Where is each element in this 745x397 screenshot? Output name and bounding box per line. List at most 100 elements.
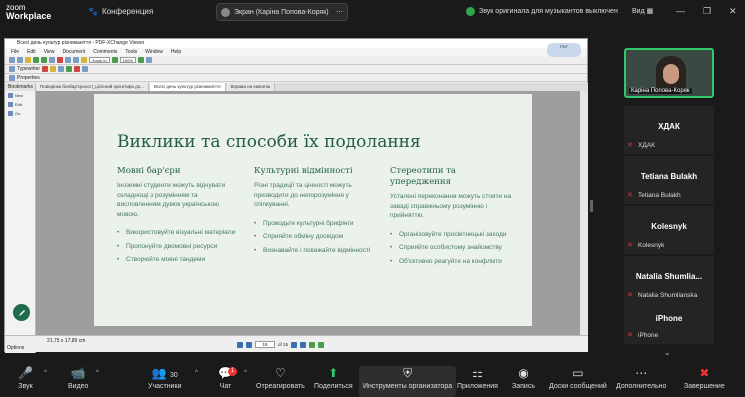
apps-label: Приложения bbox=[457, 383, 498, 390]
typewriter-button[interactable]: Typewriter bbox=[17, 66, 40, 72]
print-icon[interactable] bbox=[49, 57, 55, 63]
participant-tile[interactable]: ХДАК ✕ ХДАК bbox=[624, 106, 714, 154]
record-button[interactable]: ◉ Запись bbox=[512, 366, 535, 390]
menu-window[interactable]: Window bbox=[145, 48, 163, 56]
stamp-dropdown-icon[interactable] bbox=[74, 66, 81, 72]
active-speaker-tile[interactable]: Каріна Попова-Коряк bbox=[624, 48, 714, 98]
host-tools-button[interactable]: ⛨ Инструменты организатора bbox=[359, 366, 457, 397]
video-options-chevron-icon[interactable]: ^ bbox=[96, 370, 99, 376]
email-icon[interactable] bbox=[57, 57, 63, 63]
audio-button[interactable]: 🎤 Звук bbox=[18, 366, 33, 390]
participant-name: Kolesnyk bbox=[638, 242, 665, 249]
tab-document-3[interactable]: Вправа на емпатію bbox=[226, 83, 276, 91]
menu-document[interactable]: Document bbox=[62, 48, 85, 56]
menu-help[interactable]: Help bbox=[171, 48, 181, 56]
bookmark-edit[interactable]: Edit bbox=[5, 100, 35, 109]
hand-icon[interactable] bbox=[65, 57, 71, 63]
menu-comments[interactable]: Comments bbox=[93, 48, 117, 56]
measure-icon[interactable] bbox=[82, 66, 89, 72]
grid-icon: ▦ bbox=[646, 8, 654, 15]
bullet-list: Організовуйте просвітницькі заходи Сприя… bbox=[390, 230, 516, 267]
snapshot-icon[interactable] bbox=[81, 57, 87, 63]
react-button[interactable]: ♡ Отреагировать bbox=[256, 366, 305, 390]
splitter-handle[interactable] bbox=[590, 200, 593, 212]
original-sound-status[interactable]: Звук оригинала для музыкантов выключен bbox=[466, 7, 618, 16]
menu-tools[interactable]: Tools bbox=[125, 48, 137, 56]
end-meeting-button[interactable]: ✖ Завершение bbox=[684, 366, 725, 390]
menu-file[interactable]: File bbox=[11, 48, 19, 56]
fit-width-icon[interactable] bbox=[145, 57, 152, 63]
video-button[interactable]: 📹 Видео bbox=[68, 366, 88, 390]
document-scrollbar[interactable] bbox=[580, 91, 588, 335]
participant-tile[interactable]: iPhone ✕ iPhone bbox=[624, 304, 714, 344]
last-page-icon[interactable] bbox=[300, 341, 307, 348]
pdf-toolbar-1: Zoom In 100% bbox=[5, 56, 587, 65]
avatar bbox=[221, 7, 230, 17]
bullet-item: Використовуйте візуальні матеріали bbox=[117, 228, 237, 238]
apps-button[interactable]: ⚏ Приложения bbox=[457, 366, 498, 390]
participants-count: 30 bbox=[169, 372, 178, 379]
paw-icon: 🐾 bbox=[88, 7, 98, 16]
bookmark-go[interactable]: Go bbox=[5, 109, 35, 118]
participants-chevron-icon[interactable]: ^ bbox=[195, 370, 198, 376]
participant-tile[interactable]: Tetiana Bulakh ✕ Tetiana Bulakh bbox=[624, 156, 714, 204]
next-page-icon[interactable] bbox=[291, 341, 298, 348]
bookmark-new[interactable]: New bbox=[5, 91, 35, 100]
save-icon[interactable] bbox=[17, 57, 23, 63]
forward-icon[interactable] bbox=[41, 57, 47, 63]
chevron-down-icon[interactable]: ⌄ bbox=[664, 348, 671, 357]
select-icon[interactable] bbox=[73, 57, 79, 63]
heart-icon: ♡ bbox=[275, 366, 286, 380]
annotate-pen-icon[interactable] bbox=[13, 304, 30, 321]
screen-share-pill[interactable]: Экран (Каріна Попова-Коряк) ⋯ bbox=[216, 3, 348, 21]
note-icon[interactable] bbox=[50, 66, 57, 72]
page-number-field[interactable]: 18 bbox=[255, 341, 275, 348]
shared-screen: Всесі день культур різноманіття - PDF-XC… bbox=[4, 38, 588, 353]
menu-view[interactable]: View bbox=[44, 48, 55, 56]
participant-tile[interactable]: Natalia Shumlia... ✕ Natalia Shumlianska bbox=[624, 256, 714, 304]
folder-icon[interactable] bbox=[25, 57, 31, 63]
back-icon[interactable] bbox=[33, 57, 39, 63]
zoom-plus-icon[interactable] bbox=[111, 57, 118, 63]
view-button[interactable]: Вид ▦ bbox=[632, 7, 653, 15]
stamp-icon[interactable] bbox=[66, 66, 73, 72]
minimize-icon[interactable]: — bbox=[676, 6, 685, 16]
share-screen-button[interactable]: ⬆ Поделиться bbox=[314, 366, 353, 390]
bookmark-edit-label: Edit bbox=[15, 102, 22, 107]
audio-options-chevron-icon[interactable]: ^ bbox=[44, 370, 47, 376]
more-icon[interactable]: ⋯ bbox=[336, 8, 343, 16]
first-page-icon[interactable] bbox=[237, 341, 243, 348]
highlight-icon[interactable] bbox=[42, 66, 49, 72]
participant-tile[interactable]: Kolesnyk ✕ Kolesnyk bbox=[624, 206, 714, 254]
back-view-icon[interactable] bbox=[309, 341, 316, 348]
menu-edit[interactable]: Edit bbox=[27, 48, 36, 56]
prev-page-icon[interactable] bbox=[246, 341, 252, 348]
record-icon: ◉ bbox=[518, 366, 529, 380]
zoom-logo: zoom Workplace bbox=[6, 3, 51, 21]
zoom-in-button[interactable]: Zoom In bbox=[89, 57, 110, 63]
whiteboards-button[interactable]: ▭ Доски сообщений bbox=[549, 366, 607, 390]
properties-icon[interactable] bbox=[9, 74, 15, 81]
react-label: Отреагировать bbox=[256, 383, 305, 390]
meeting-controls: 🎤 Звук ^ 📹 Видео ^ 👥 30 Участники ^ 💬 Ча… bbox=[0, 362, 745, 397]
properties-button[interactable]: Properties bbox=[17, 75, 40, 81]
forward-view-icon[interactable] bbox=[318, 341, 325, 348]
shape-icon[interactable] bbox=[58, 66, 65, 72]
mic-muted-icon: ✕ bbox=[627, 192, 633, 199]
column-heading: Мовні бар'єри bbox=[117, 166, 181, 176]
zoom-percent-field[interactable]: 100% bbox=[119, 57, 136, 63]
options-button[interactable]: Options bbox=[7, 345, 24, 351]
shield-check-icon bbox=[466, 7, 475, 16]
chat-chevron-icon[interactable]: ^ bbox=[244, 370, 247, 376]
participant-display-name: Natalia Shumlia... bbox=[635, 272, 703, 281]
conference-info-button[interactable]: 🐾 Конференция bbox=[88, 7, 153, 16]
more-button[interactable]: ⋯ Дополнительно bbox=[616, 366, 666, 390]
text-tool-icon[interactable] bbox=[9, 66, 15, 72]
participants-button[interactable]: 👥 30 Участники bbox=[148, 366, 181, 390]
tab-document-1[interactable]: Поведінка безбар'єрності_цілісний орієнт… bbox=[36, 83, 150, 91]
tab-document-2[interactable]: Всесі день культур різноманіття bbox=[150, 83, 226, 91]
close-icon[interactable]: ✕ bbox=[729, 6, 737, 17]
maximize-icon[interactable]: ❐ bbox=[703, 6, 711, 17]
open-icon[interactable] bbox=[9, 57, 15, 63]
fit-page-icon[interactable] bbox=[137, 57, 144, 63]
